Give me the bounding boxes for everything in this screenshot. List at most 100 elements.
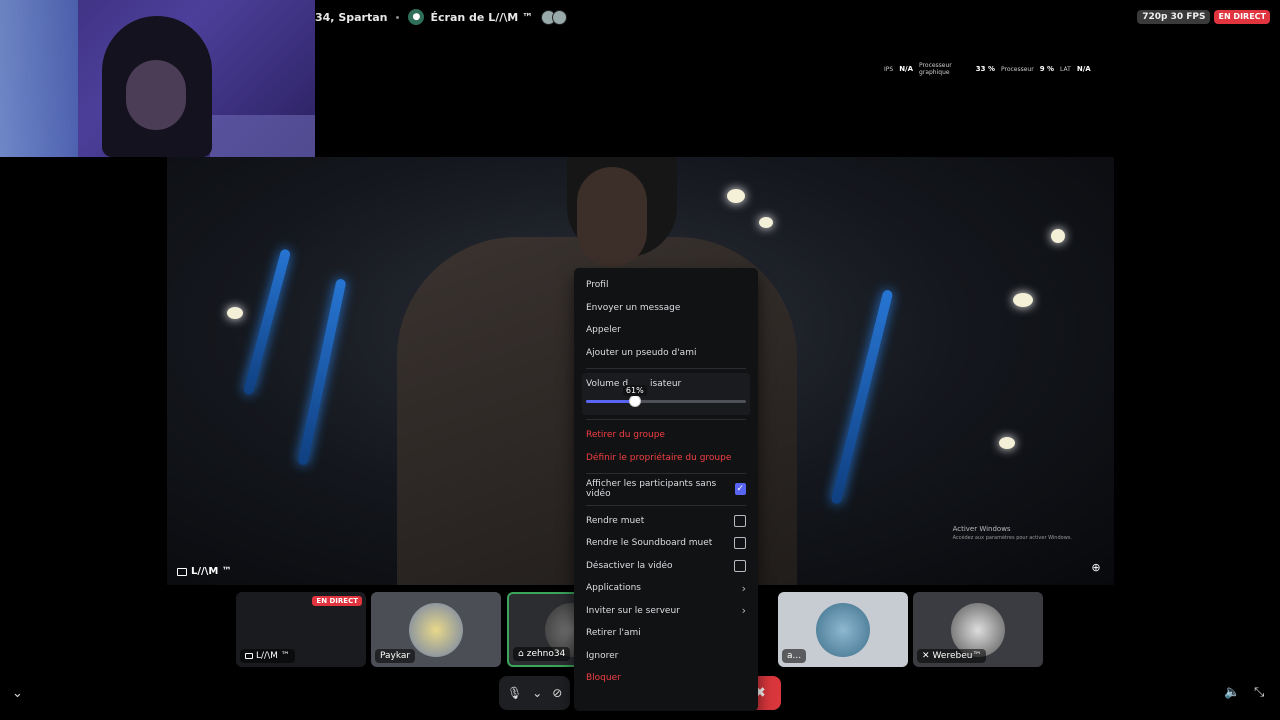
participant-tile-werebeu[interactable]: ✕ Werebeu™ [913, 592, 1043, 667]
microphone-icon[interactable]: 🎙 [507, 686, 522, 700]
stream-badges: 720p 30 FPS EN DIRECT [1137, 10, 1270, 24]
menu-item-label: Rendre le Soundboard muet [586, 538, 713, 549]
video-light [1013, 293, 1033, 307]
menu-item-label: Désactiver la vidéo [586, 560, 673, 571]
camera-off-icon[interactable]: ⊘ [552, 686, 562, 700]
watermark-title: Activer Windows [952, 525, 1011, 533]
menu-item-call[interactable]: Appeler [582, 319, 750, 342]
participant-tile-a[interactable]: a... [778, 592, 908, 667]
video-light [759, 217, 773, 228]
menu-item-add-nickname[interactable]: Ajouter un pseudo d'ami [582, 342, 750, 365]
menu-item-label: Retirer du groupe [586, 430, 665, 441]
menu-item-label: Inviter sur le serveur [586, 605, 680, 616]
fps-value: N/A [899, 65, 914, 73]
call-name: 34, Spartan [315, 10, 388, 24]
participant-name-tag: ⌂ zehno34 [513, 647, 571, 661]
chevron-down-icon[interactable]: ⌄ [532, 686, 542, 700]
avatar [409, 602, 463, 657]
menu-item-label: Rendre muet [586, 515, 645, 526]
video-light [227, 307, 243, 319]
menu-separator [586, 504, 746, 506]
menu-item-label: Ignorer [586, 650, 619, 661]
viewer-avatar [552, 9, 568, 25]
slider-fill [586, 400, 635, 403]
menu-separator [586, 473, 746, 474]
user-volume-control: Volume d isateur 61% [582, 373, 750, 415]
windows-watermark: Activer Windows Accédez aux paramètres p… [953, 525, 1072, 543]
cpu-value: 9 % [1039, 65, 1055, 73]
checkbox-checked[interactable]: ✓ [734, 483, 746, 496]
stream-owner-name: L//\M ™ [191, 566, 232, 577]
chevron-right-icon: › [741, 581, 746, 595]
checkbox[interactable] [734, 514, 746, 527]
menu-item-label: Bloquer [586, 673, 621, 684]
menu-item-applications[interactable]: Applications › [582, 577, 750, 600]
participant-name: a... [787, 651, 802, 661]
chevron-down-icon[interactable]: ⌄ [12, 686, 23, 701]
stream-owner-label: L//\M ™ [177, 566, 232, 577]
menu-item-remove-friend[interactable]: Retirer l'ami [582, 622, 750, 645]
menu-item-mute-soundboard[interactable]: Rendre le Soundboard muet [582, 532, 750, 555]
menu-item-label: Profil [586, 280, 609, 291]
exit-fullscreen-icon[interactable]: ⤡ [1254, 685, 1264, 700]
chevron-right-icon: › [741, 604, 746, 618]
volume-label: Volume d isateur [586, 377, 746, 391]
viewer-avatars[interactable] [541, 9, 568, 25]
fps-label: IPS [884, 65, 894, 73]
monitor-icon [245, 653, 253, 659]
video-neon [830, 289, 894, 505]
live-badge: EN DIRECT [1214, 10, 1270, 24]
menu-item-disable-video[interactable]: Désactiver la vidéo [582, 555, 750, 578]
participant-name-tag: L//\M ™ [240, 649, 295, 663]
avatar [816, 602, 870, 657]
video-neon [297, 278, 347, 466]
menu-item-label: Envoyer un message [586, 302, 681, 313]
gpu-label-line2: graphique [919, 69, 950, 76]
menu-item-set-group-owner[interactable]: Définir le propriétaire du groupe [582, 447, 750, 470]
gpu-label-line1: Processeur [919, 62, 952, 69]
gpu-value: 33 % [975, 65, 995, 73]
checkbox[interactable] [734, 537, 746, 550]
participant-name: L//\M ™ [256, 651, 290, 661]
menu-separator [586, 368, 746, 369]
menu-item-ignore[interactable]: Ignorer [582, 645, 750, 668]
zoom-icon[interactable]: ⊕ [1088, 559, 1104, 575]
menu-item-label: Applications [586, 583, 641, 594]
menu-item-message[interactable]: Envoyer un message [582, 297, 750, 320]
participant-name: Paykar [380, 651, 411, 661]
user-context-menu: Profil Envoyer un message Appeler Ajoute… [574, 268, 758, 711]
volume-label-end: isateur [650, 379, 682, 389]
menu-item-profile[interactable]: Profil [582, 274, 750, 297]
menu-item-invite-to-server[interactable]: Inviter sur le serveur › [582, 600, 750, 623]
mic-muted-icon: ✕ [922, 651, 930, 661]
monitor-icon [177, 567, 187, 576]
webcam-background-detail [210, 115, 315, 157]
menu-item-label: Ajouter un pseudo d'ami [586, 347, 697, 358]
volume-slider[interactable]: 61% [586, 385, 746, 409]
volume-tooltip: 61% [622, 385, 647, 396]
quality-badge: 720p 30 FPS [1137, 10, 1211, 24]
participant-name-tag: ✕ Werebeu™ [917, 649, 987, 663]
participant-name: zehno34 [526, 649, 566, 659]
menu-item-show-non-video[interactable]: Afficher les participants sans vidéo ✓ [582, 478, 750, 501]
webcam-overlay [0, 0, 315, 157]
video-figure-face [577, 167, 647, 267]
checkbox[interactable] [734, 559, 746, 572]
speaker-icon[interactable]: 🔈 [1224, 685, 1240, 700]
participant-tile-stream[interactable]: EN DIRECT L//\M ™ [236, 592, 366, 667]
menu-item-mute[interactable]: Rendre muet [582, 510, 750, 533]
lat-label: LAT [1060, 65, 1071, 73]
webcam-background [0, 0, 78, 157]
participant-tile-paykar[interactable]: Paykar [371, 592, 501, 667]
menu-item-remove-from-group[interactable]: Retirer du groupe [582, 424, 750, 447]
menu-item-block[interactable]: Bloquer [582, 667, 750, 690]
menu-item-label: Retirer l'ami [586, 628, 641, 639]
stream-stats: IPS N/A Processeur graphique 33 % Proces… [884, 62, 1091, 76]
video-light [1051, 229, 1065, 243]
call-controls: 🎙 ⌄ ⊘ ✖ [499, 676, 781, 710]
mic-controls: 🎙 ⌄ ⊘ [499, 676, 571, 710]
menu-item-label: Définir le propriétaire du groupe [586, 452, 732, 463]
stream-source-icon: ● [408, 9, 425, 25]
cpu-label: Processeur [1000, 65, 1034, 73]
slider-handle[interactable] [628, 395, 641, 407]
